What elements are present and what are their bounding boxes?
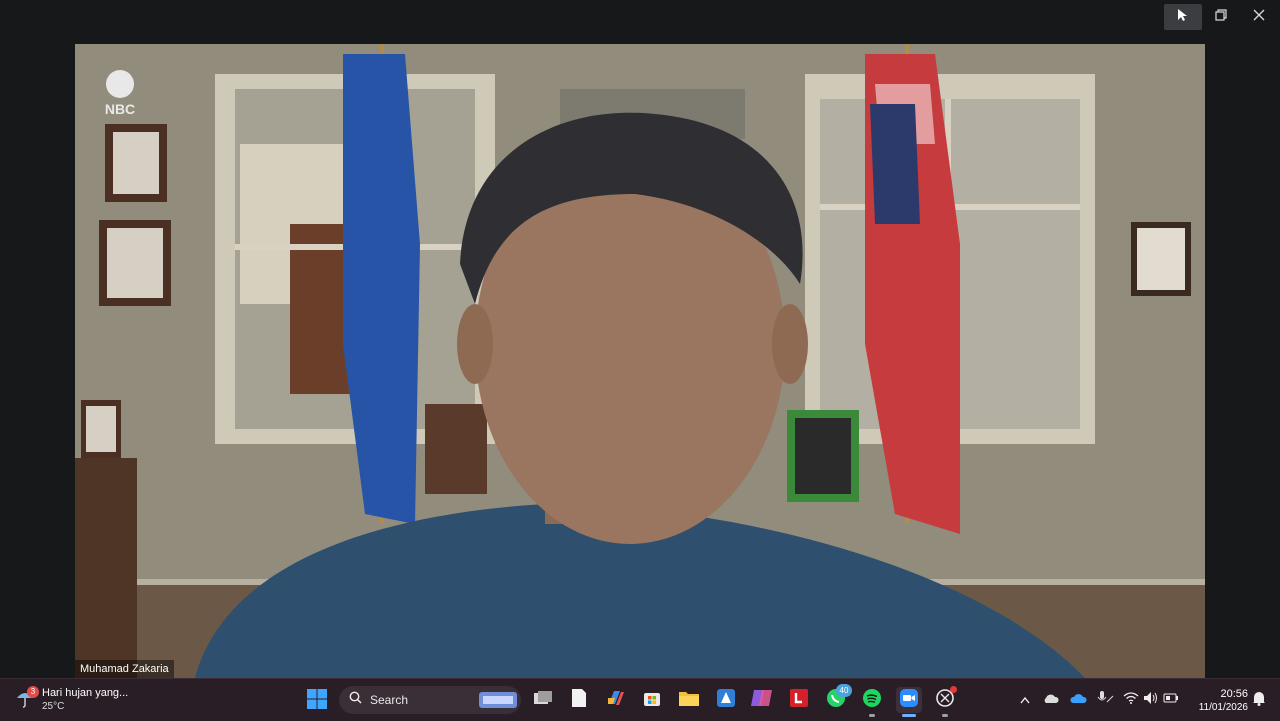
task-view-icon — [533, 690, 553, 711]
l-app-button[interactable] — [786, 687, 812, 713]
pointer-icon — [1177, 8, 1189, 27]
file-explorer-button[interactable] — [676, 687, 702, 713]
document-icon — [571, 688, 587, 713]
start-button[interactable] — [306, 688, 330, 712]
windows-icon — [306, 689, 328, 714]
rain-umbrella-icon: 3 — [14, 685, 39, 714]
show-hidden-icons-button[interactable] — [1016, 691, 1034, 709]
snipping-icon — [935, 685, 957, 713]
cloud-sync-icon — [1042, 691, 1060, 710]
weather-widget[interactable]: 3 Hari hujan yang... 25°C — [14, 685, 128, 715]
logo-text: NBC — [105, 101, 135, 117]
onedrive-button[interactable] — [1069, 691, 1087, 709]
store-icon — [642, 688, 662, 713]
whatsapp-unread-badge: 40 — [836, 683, 852, 697]
snipping-tool-button[interactable] — [932, 685, 958, 717]
taskbar: 3 Hari hujan yang... 25°C Search 40 20:5… — [0, 678, 1280, 721]
system-clock[interactable]: 20:56 11/01/2026 — [1188, 687, 1248, 715]
wifi-button[interactable] — [1122, 691, 1140, 709]
zoom-button[interactable] — [896, 687, 922, 717]
close-button[interactable] — [1240, 4, 1278, 30]
copilot-icon — [606, 688, 626, 713]
folder-icon — [678, 689, 700, 712]
task-view-button[interactable] — [530, 687, 556, 713]
participant-name-label: Muhamad Zakaria — [75, 660, 174, 678]
zoom-icon — [899, 688, 919, 713]
video-stage: NBC Muhamad Zakaria — [0, 36, 1280, 678]
spotify-button[interactable] — [859, 687, 885, 717]
weather-temperature: 25°C — [42, 701, 65, 712]
weather-description: Hari hujan yang... — [42, 687, 129, 699]
spotify-icon — [862, 688, 882, 713]
bell-icon — [1252, 690, 1266, 711]
participant-video[interactable]: NBC Muhamad Zakaria — [75, 44, 1205, 678]
close-icon — [1253, 8, 1265, 26]
active-indicator — [902, 714, 916, 717]
window-title-bar — [0, 0, 1280, 36]
wifi-icon — [1123, 691, 1139, 709]
search-label: Search — [370, 693, 409, 707]
running-indicator — [869, 714, 875, 717]
weather-alert-badge: 3 — [27, 685, 39, 698]
pointer-button[interactable] — [1164, 4, 1202, 30]
search-highlight-icon — [479, 690, 517, 715]
copilot-button[interactable] — [603, 687, 629, 713]
l-app-icon — [789, 688, 809, 713]
restore-icon — [1215, 8, 1227, 26]
clock-date: 11/01/2026 — [1198, 702, 1248, 713]
notifications-button[interactable] — [1250, 691, 1268, 709]
taskbar-search[interactable]: Search — [339, 686, 521, 714]
notepad-button[interactable] — [566, 687, 592, 713]
teams-button[interactable] — [749, 687, 775, 713]
running-indicator — [942, 714, 948, 717]
onedrive-icon — [1069, 691, 1087, 709]
teams-icon — [751, 688, 773, 713]
input-indicator-button[interactable] — [1096, 690, 1114, 711]
restore-button[interactable] — [1202, 4, 1240, 30]
microphone-icon — [1096, 690, 1114, 711]
search-icon — [349, 691, 362, 709]
whatsapp-icon: 40 — [826, 683, 852, 713]
video-frame: NBC — [75, 44, 1205, 678]
microsoft-store-button[interactable] — [639, 687, 665, 713]
clock-time: 20:56 — [1220, 688, 1248, 700]
azure-data-studio-button[interactable] — [713, 687, 739, 713]
battery-button[interactable] — [1162, 691, 1180, 709]
whatsapp-button[interactable]: 40 — [823, 683, 852, 713]
onedrive-sync-button[interactable] — [1042, 691, 1060, 709]
volume-button[interactable] — [1142, 691, 1160, 709]
recording-dot — [950, 685, 957, 693]
speaker-icon — [1143, 691, 1159, 710]
battery-icon — [1163, 691, 1179, 709]
azure-icon — [716, 688, 736, 713]
chevron-up-icon — [1020, 691, 1030, 709]
